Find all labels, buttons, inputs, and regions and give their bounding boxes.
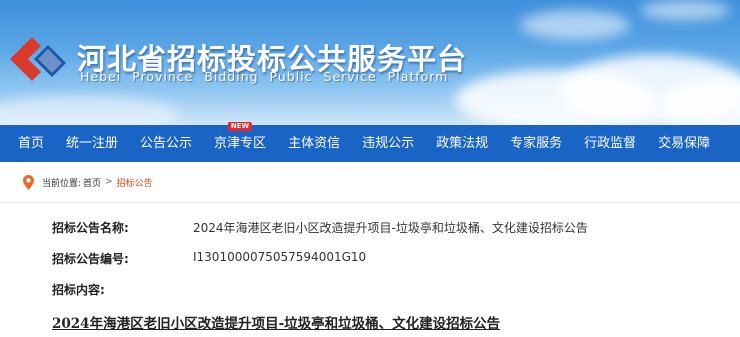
platform-logo-icon[interactable] xyxy=(8,33,68,89)
nav-item-announcements[interactable]: 公告公示 xyxy=(129,125,203,162)
new-badge: NEW xyxy=(227,122,253,131)
notice-code-value: I13010000750575940​01G10 xyxy=(193,250,367,264)
nav-item-credit[interactable]: 主体资信 xyxy=(277,125,351,162)
header-banner: 河北省招标投标公共服务平台 Hebei Province Bidding Pub… xyxy=(0,0,740,125)
location-pin-icon xyxy=(23,174,34,190)
breadcrumb-separator: > xyxy=(105,177,113,187)
breadcrumb-prefix: 当前位置: xyxy=(42,178,82,189)
nav-item-home[interactable]: 首页 xyxy=(6,125,55,162)
nav-item-guarantee[interactable]: 交易保障 xyxy=(647,125,721,162)
cloud-decoration xyxy=(520,10,630,40)
notice-name-value: 2024年海港区老旧小区改造提升项目-垃圾亭和垃圾桶、文化建设招标公告 xyxy=(193,221,588,235)
cloud-decoration xyxy=(0,95,180,125)
nav-item-violations[interactable]: 违规公示 xyxy=(351,125,425,162)
cloud-decoration xyxy=(640,0,730,20)
nav-item-supervision[interactable]: 行政监督 xyxy=(573,125,647,162)
breadcrumb-current[interactable]: 招标公告 xyxy=(117,176,153,189)
breadcrumb: 当前位置: 首页 > 招标公告 xyxy=(0,162,740,203)
notice-content-label: 招标内容: xyxy=(52,283,105,297)
notice-code-label: 招标公告编号: xyxy=(52,252,129,266)
nav-item-experts[interactable]: 专家服务 xyxy=(499,125,573,162)
document-title-link[interactable]: 2024年海港区老旧小区改造提升项目-垃圾亭和垃圾桶、文化建设招标公告 xyxy=(52,312,500,332)
nav-item-policies[interactable]: 政策法规 xyxy=(425,125,499,162)
notice-name-label: 招标公告名称: xyxy=(52,221,129,235)
nav-item-jingjin[interactable]: NEW 京津专区 xyxy=(203,122,277,162)
main-nav: 首页 统一注册 公告公示 NEW 京津专区 主体资信 违规公示 政策法规 专家服… xyxy=(0,122,740,162)
breadcrumb-home[interactable]: 首页 xyxy=(83,176,101,189)
site-title-english: Hebei Province Bidding Public Service Pl… xyxy=(80,69,449,84)
nav-item-register[interactable]: 统一注册 xyxy=(55,125,129,162)
